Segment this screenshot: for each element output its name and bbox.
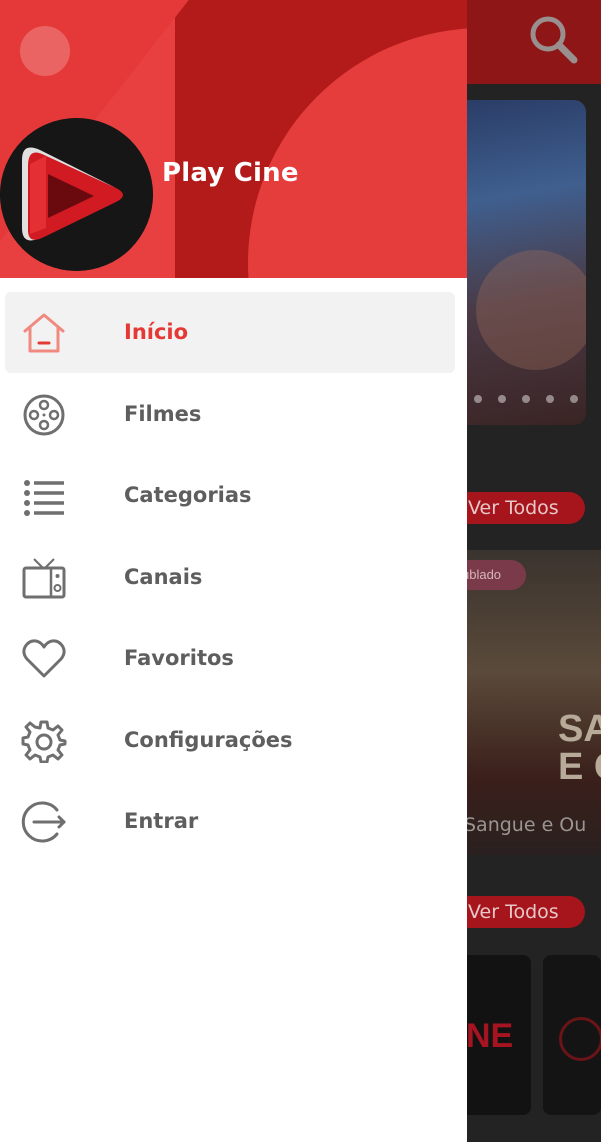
poster-caption: Sangue e Ou: [464, 814, 587, 836]
menu-item-canais[interactable]: Canais: [0, 537, 467, 619]
menu-item-label: Entrar: [124, 809, 199, 833]
poster-title-art: SANG E OU: [558, 708, 601, 788]
film-reel-icon: [21, 393, 67, 437]
login-icon: [21, 800, 67, 844]
menu-item-entrar[interactable]: Entrar: [0, 781, 467, 863]
menu-item-configuracoes[interactable]: Configurações: [0, 700, 467, 782]
menu-item-label: Início: [124, 320, 189, 344]
menu-item-label: Configurações: [124, 727, 293, 752]
channel-card[interactable]: NE: [456, 955, 531, 1115]
menu-item-filmes[interactable]: Filmes: [0, 374, 467, 456]
menu-item-categorias[interactable]: Categorias: [0, 455, 467, 537]
heart-icon: [21, 637, 67, 681]
drawer-menu: Início Filmes Categorias Canais Favorito…: [0, 292, 467, 863]
featured-banner[interactable]: [456, 100, 586, 425]
decorative-circle: [20, 26, 70, 76]
search-icon[interactable]: [528, 14, 578, 64]
drawer-header: Play Cine: [0, 0, 467, 278]
navigation-drawer: Play Cine Início Filmes Categorias Canai…: [0, 0, 467, 1142]
ver-todos-button[interactable]: Ver Todos: [452, 896, 585, 928]
menu-item-label: Canais: [124, 564, 203, 589]
app-logo: [0, 118, 153, 271]
menu-item-label: Filmes: [124, 401, 202, 426]
gear-icon: [21, 719, 67, 763]
movie-poster[interactable]: ublado SANG E OU Sangue e Ou: [456, 550, 601, 855]
menu-item-inicio[interactable]: Início: [0, 292, 467, 374]
menu-item-label: Favoritos: [124, 646, 234, 670]
tv-icon: [21, 556, 67, 600]
channel-logo-text: NE: [466, 1017, 514, 1055]
ver-todos-button[interactable]: Ver Todos: [452, 492, 585, 524]
app-name: Play Cine: [162, 158, 299, 188]
banner-pagination-dots: [474, 395, 578, 403]
channel-card[interactable]: [543, 955, 601, 1115]
menu-item-label: Categorias: [124, 483, 252, 507]
list-icon: [21, 474, 67, 518]
menu-item-favoritos[interactable]: Favoritos: [0, 618, 467, 700]
home-icon: [21, 311, 67, 355]
